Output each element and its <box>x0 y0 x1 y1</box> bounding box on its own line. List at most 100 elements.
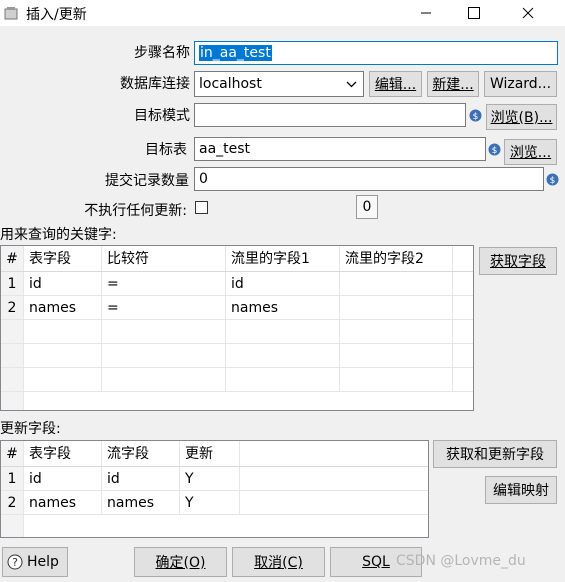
get-update-fields-button[interactable]: 获取和更新字段 <box>433 440 557 468</box>
stream-field2-cell[interactable] <box>340 296 453 319</box>
empty-cell <box>340 368 453 391</box>
ok-button[interactable]: 确定(O) <box>134 547 227 577</box>
step-name-input[interactable]: in_aa_test <box>194 41 558 65</box>
update-table-header: # 表字段 流字段 更新 <box>1 441 428 467</box>
empty-cell <box>24 320 102 343</box>
column-header[interactable]: 更新 <box>180 441 240 466</box>
column-header[interactable]: 流里的字段1 <box>226 246 340 271</box>
table-row[interactable]: 1 id id Y <box>1 467 428 491</box>
stream-field1-cell[interactable]: id <box>226 272 340 295</box>
empty-cell <box>340 344 453 367</box>
minimize-button[interactable] <box>403 0 449 26</box>
table-field-cell[interactable]: names <box>24 491 102 514</box>
row-number: 1 <box>1 272 24 295</box>
table-field-cell[interactable]: names <box>24 296 102 319</box>
browse-schema-label: 浏览(B)... <box>490 110 553 126</box>
target-schema-label: 目标模式 <box>134 108 190 124</box>
empty-cell <box>102 368 226 391</box>
update-table[interactable]: # 表字段 流字段 更新 1 id id Y 2 names names Y <box>0 440 429 538</box>
empty-row <box>1 344 473 368</box>
table-row[interactable]: 1 id = id <box>1 272 473 296</box>
table-row[interactable]: 2 names = names <box>1 296 473 320</box>
keys-section-label: 用来查询的关键字: <box>0 227 117 243</box>
db-connection-select[interactable]: localhost <box>194 71 364 97</box>
row-number <box>1 368 24 391</box>
comparator-cell[interactable]: = <box>102 272 226 295</box>
help-icon: ? <box>7 554 23 570</box>
chevron-down-icon <box>346 81 357 88</box>
update-flag-cell[interactable]: Y <box>180 491 240 514</box>
edit-mapping-label: 编辑映射 <box>493 483 549 499</box>
stream-field2-cell[interactable] <box>340 272 453 295</box>
update-section-label: 更新字段: <box>0 421 61 437</box>
wizard-button[interactable]: Wizard... <box>484 71 557 97</box>
column-header[interactable]: 比较符 <box>102 246 226 271</box>
edit-connection-label: 编辑... <box>374 77 417 93</box>
browse-table-label: 浏览... <box>509 145 552 161</box>
commit-size-input[interactable]: 0 <box>194 167 544 191</box>
watermark: CSDN @Lovme_du <box>396 553 526 569</box>
table-field-cell[interactable]: id <box>24 467 102 490</box>
row-number: 2 <box>1 491 24 514</box>
wizard-label: Wizard... <box>489 76 552 92</box>
no-update-label: 不执行任何更新: <box>84 203 187 219</box>
empty-cell <box>102 344 226 367</box>
edit-connection-button[interactable]: 编辑... <box>369 71 422 97</box>
no-update-checkbox[interactable] <box>195 201 208 214</box>
close-icon <box>522 7 534 19</box>
cancel-button[interactable]: 取消(C) <box>232 547 325 577</box>
close-button[interactable] <box>505 0 551 26</box>
row-number <box>1 392 24 410</box>
table-field-cell[interactable]: id <box>24 272 102 295</box>
target-table-label: 目标表 <box>145 142 187 158</box>
row-number <box>1 344 24 367</box>
edit-mapping-button[interactable]: 编辑映射 <box>485 476 557 504</box>
column-header: # <box>1 246 24 271</box>
new-connection-button[interactable]: 新建... <box>427 71 479 97</box>
column-header[interactable]: 流字段 <box>102 441 180 466</box>
get-fields-button[interactable]: 获取字段 <box>479 247 557 275</box>
table-row[interactable]: 2 names names Y <box>1 491 428 515</box>
stream-field1-cell[interactable]: names <box>226 296 340 319</box>
step-name-value: in_aa_test <box>199 45 272 61</box>
empty-cell <box>226 344 340 367</box>
column-header[interactable]: 表字段 <box>24 246 102 271</box>
tooltip-value: 0 <box>356 195 378 219</box>
maximize-button[interactable] <box>451 0 497 26</box>
svg-text:?: ? <box>12 556 18 569</box>
kettle-app-icon <box>4 7 18 20</box>
empty-cell <box>226 368 340 391</box>
new-connection-label: 新建... <box>432 77 474 93</box>
svg-text:$: $ <box>550 176 556 186</box>
help-label: Help <box>27 554 59 570</box>
commit-size-label: 提交记录数量 <box>105 173 189 189</box>
minimize-icon <box>421 12 431 14</box>
browse-table-button[interactable]: 浏览... <box>504 139 557 165</box>
row-number: 2 <box>1 296 24 319</box>
empty-row <box>1 515 428 537</box>
empty-row <box>1 392 473 410</box>
target-table-input[interactable]: aa_test <box>194 137 486 161</box>
cancel-label: 取消(C) <box>254 555 303 571</box>
step-name-label: 步骤名称 <box>134 45 190 61</box>
keys-table-header: # 表字段 比较符 流里的字段1 流里的字段2 <box>1 246 473 272</box>
stream-field-cell[interactable]: names <box>102 491 180 514</box>
get-update-fields-label: 获取和更新字段 <box>446 447 544 463</box>
browse-schema-button[interactable]: 浏览(B)... <box>486 104 557 130</box>
column-header[interactable]: 表字段 <box>24 441 102 466</box>
ok-label: 确定(O) <box>155 555 206 571</box>
variable-icon: $ <box>469 109 482 122</box>
keys-table[interactable]: # 表字段 比较符 流里的字段1 流里的字段2 1 id = id 2 name… <box>0 245 474 411</box>
column-header[interactable]: 流里的字段2 <box>340 246 453 271</box>
empty-row <box>1 368 473 392</box>
empty-cell <box>102 320 226 343</box>
db-connection-value: localhost <box>199 76 262 92</box>
variable-icon: $ <box>488 143 501 156</box>
sql-label: SQL <box>362 554 390 570</box>
stream-field-cell[interactable]: id <box>102 467 180 490</box>
target-schema-input[interactable] <box>194 103 466 127</box>
comparator-cell[interactable]: = <box>102 296 226 319</box>
column-header: # <box>1 441 24 466</box>
update-flag-cell[interactable]: Y <box>180 467 240 490</box>
help-button[interactable]: ? Help <box>2 547 68 577</box>
